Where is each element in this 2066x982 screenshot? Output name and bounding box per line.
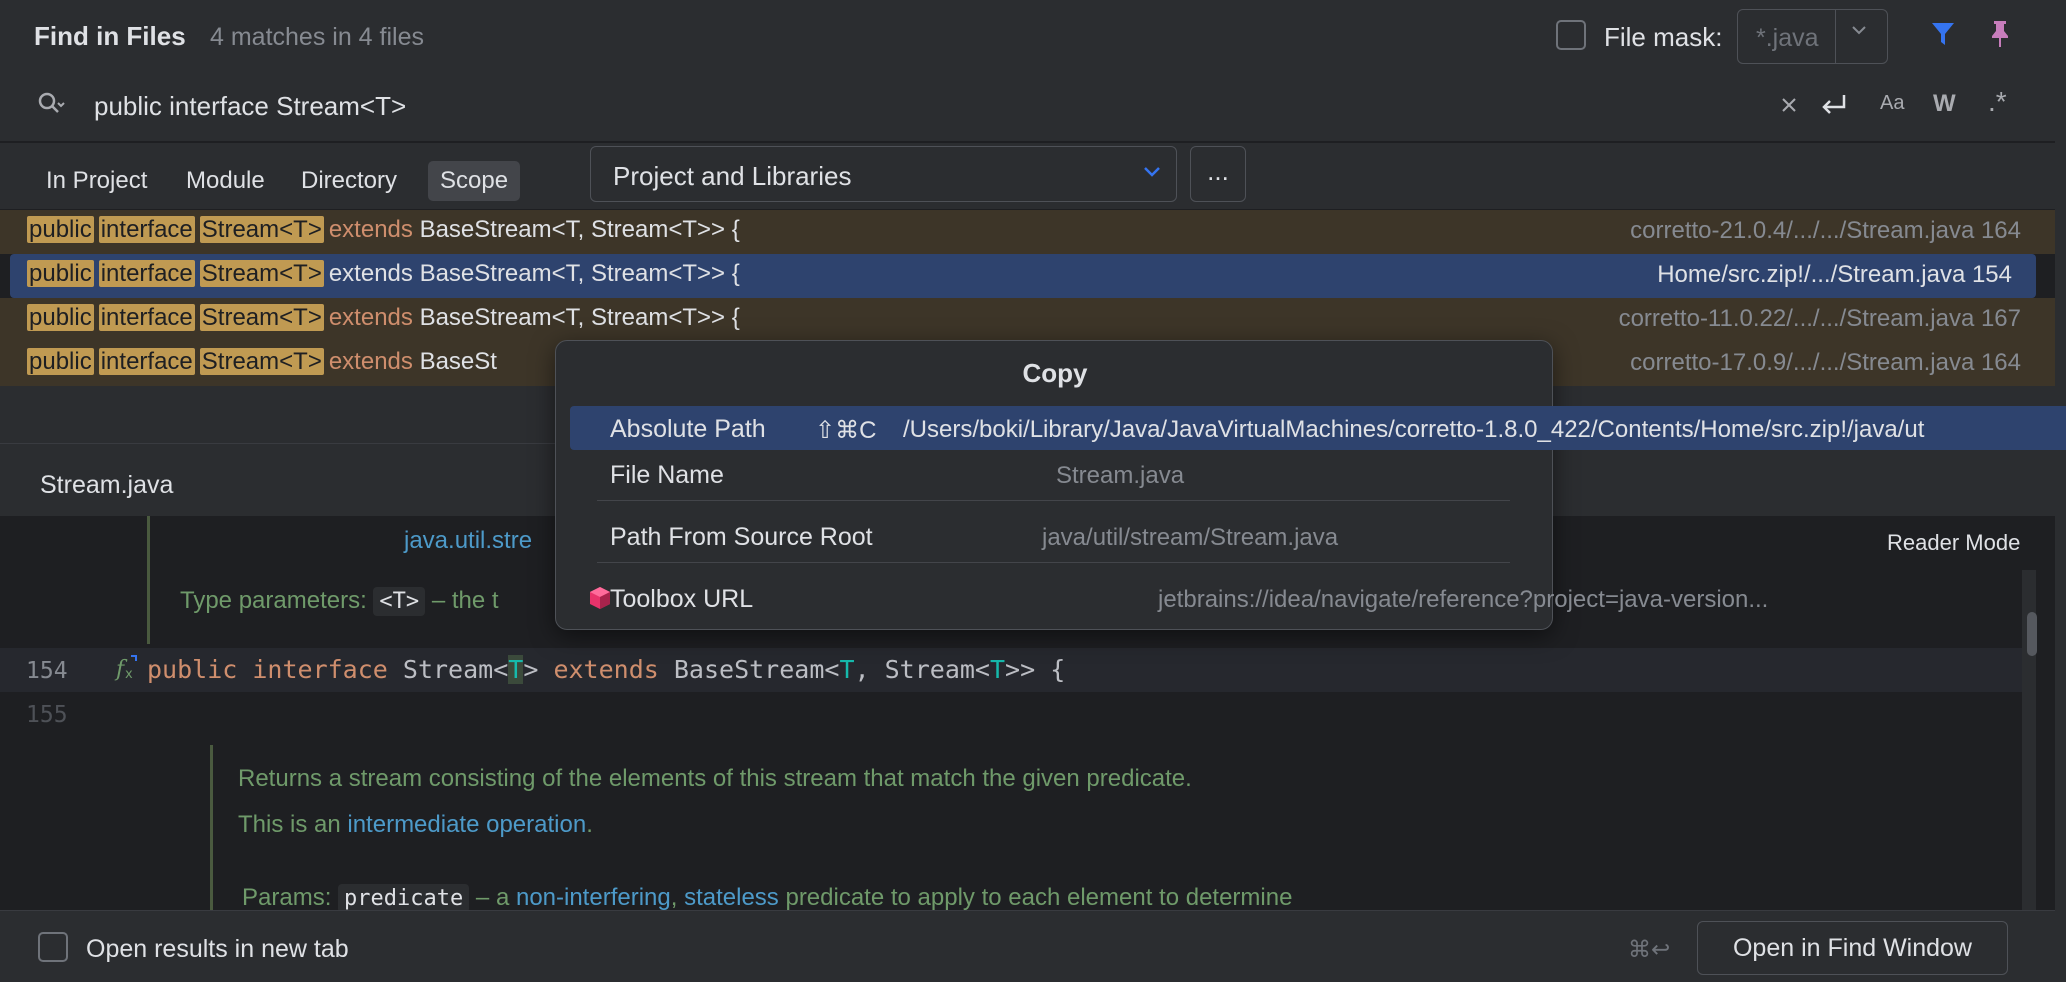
copy-absolute-path-item[interactable]: Absolute Path ⇧⌘C /Users/boki/Library/Ja… xyxy=(570,406,2066,450)
shortcut-hint: ⌘↩ xyxy=(1628,936,1671,962)
match-highlight: Stream<T> xyxy=(199,304,324,331)
toolbox-icon xyxy=(590,587,610,609)
doc-bar xyxy=(210,745,213,910)
copy-item-label: Toolbox URL xyxy=(610,585,754,613)
code-rest: BaseSt xyxy=(419,348,497,375)
copy-item-value: jetbrains://idea/navigate/reference?proj… xyxy=(1158,586,1769,613)
line-number: 154 xyxy=(26,658,68,684)
code-rest: BaseStream<T, Stream<T>> { xyxy=(419,260,740,287)
match-highlight: interface xyxy=(98,260,195,287)
result-row[interactable]: public interface Stream<T> extends BaseStre… xyxy=(0,298,2055,342)
svg-text:x: x xyxy=(125,667,133,682)
file-mask-label: File mask: xyxy=(1604,22,1723,52)
tab-directory[interactable]: Directory xyxy=(289,161,409,201)
copy-file-name-item[interactable]: File Name Stream.java xyxy=(570,452,2066,496)
doc-link[interactable]: stateless xyxy=(684,884,779,911)
result-file-path: corretto-11.0.22/.../.../Stream.java 167 xyxy=(1618,305,2021,332)
regex-icon[interactable]: .* xyxy=(1988,86,2007,118)
copy-menu: Absolute Path ⇧⌘C /Users/boki/Library/Ja… xyxy=(555,340,2066,630)
type-params-doc: Type parameters: <T> – the t xyxy=(180,587,499,616)
match-highlight: public xyxy=(27,304,94,331)
header-bar: Find in Files 4 matches in 4 files File … xyxy=(0,0,2055,70)
copy-source-root-item[interactable]: Path From Source Root java/util/stream/S… xyxy=(570,514,2066,558)
match-highlight: interface xyxy=(98,348,195,375)
match-highlight: public xyxy=(27,348,94,375)
code-rest: BaseStream<T, Stream<T>> { xyxy=(419,304,740,331)
result-code: public interface Stream<T> extends BaseStre… xyxy=(27,304,740,332)
file-mask-checkbox[interactable] xyxy=(1556,20,1586,50)
copy-item-value: java/util/stream/Stream.java xyxy=(1042,524,1339,551)
copy-item-value: Stream.java xyxy=(1056,462,1185,489)
scope-dropdown-value: Project and Libraries xyxy=(613,161,852,191)
result-file-path: corretto-21.0.4/.../.../Stream.java 164 xyxy=(1630,217,2021,244)
doc-link[interactable]: intermediate operation xyxy=(347,811,586,838)
result-code: public interface Stream<T> extends BaseStre… xyxy=(27,216,740,244)
result-code: public interface Stream<T> extends BaseStre… xyxy=(27,260,740,288)
clear-icon[interactable] xyxy=(1780,96,1798,114)
search-input[interactable]: public interface Stream<T> xyxy=(94,91,406,122)
tab-scope[interactable]: Scope xyxy=(428,161,521,201)
match-count: 4 matches in 4 files xyxy=(210,23,424,51)
line-number: 155 xyxy=(26,702,68,728)
result-file-path: Home/src.zip!/.../Stream.java 154 xyxy=(1657,261,2012,288)
pin-icon[interactable] xyxy=(1988,19,2012,49)
match-highlight: Stream<T> xyxy=(199,260,324,287)
doc-description: Returns a stream consisting of the eleme… xyxy=(238,765,1192,792)
file-mask-input[interactable]: *.java xyxy=(1737,9,1888,64)
scope-dropdown[interactable]: Project and Libraries xyxy=(590,146,1177,202)
chevron-down-icon xyxy=(1144,167,1160,177)
copy-item-label: Path From Source Root xyxy=(610,523,873,551)
copy-item-value: /Users/boki/Library/Java/JavaVirtualMach… xyxy=(903,416,1925,443)
open-new-tab-checkbox[interactable] xyxy=(38,932,68,962)
keyword: extends xyxy=(328,216,413,243)
dialog-title: Find in Files xyxy=(34,21,186,51)
tab-in-project[interactable]: In Project xyxy=(34,161,159,201)
keyword: extends xyxy=(328,304,413,331)
result-code: public interface Stream<T> extends BaseSt xyxy=(27,348,497,376)
match-highlight: interface xyxy=(98,216,195,243)
open-find-window-button[interactable]: Open in Find Window xyxy=(1697,921,2008,975)
doc-link[interactable]: non-interfering xyxy=(516,884,671,911)
chevron-down-icon[interactable] xyxy=(1850,24,1868,36)
doc-params: Params: predicate – a non-interfering, s… xyxy=(242,884,1293,913)
match-highlight: public xyxy=(27,260,94,287)
divider xyxy=(1835,10,1836,63)
match-highlight: interface xyxy=(98,304,195,331)
whole-words-icon[interactable]: W xyxy=(1933,90,1956,118)
match-highlight: Stream<T> xyxy=(199,348,324,375)
code-rest: BaseStream<T, Stream<T>> { xyxy=(419,216,740,243)
divider xyxy=(597,500,1510,501)
open-new-tab-label: Open results in new tab xyxy=(86,935,349,963)
copy-toolbox-url-item[interactable]: Toolbox URL jetbrains://idea/navigate/re… xyxy=(570,576,2066,620)
keyword: extends xyxy=(328,260,413,287)
match-highlight: public xyxy=(27,216,94,243)
new-line-icon[interactable] xyxy=(1818,92,1848,118)
result-row[interactable]: public interface Stream<T> extends BaseStre… xyxy=(0,210,2055,254)
file-mask-value: *.java xyxy=(1756,24,1819,52)
tab-module[interactable]: Module xyxy=(174,161,277,201)
match-case-icon[interactable]: Aa xyxy=(1880,92,1904,115)
scope-more-button[interactable]: ... xyxy=(1190,146,1246,202)
match-highlight: Stream<T> xyxy=(199,216,324,243)
result-row[interactable]: public interface Stream<T> extends BaseStre… xyxy=(10,254,2036,298)
doc-operation: This is an intermediate operation. xyxy=(238,811,593,838)
code-line[interactable]: public interface Stream<T> extends BaseS… xyxy=(147,655,1065,684)
divider xyxy=(597,562,1510,563)
function-gutter-icon[interactable]: f x xyxy=(114,654,140,682)
preview-filename: Stream.java xyxy=(40,471,174,499)
copy-item-shortcut: ⇧⌘C xyxy=(815,417,877,444)
keyword: extends xyxy=(328,348,413,375)
doc-bar xyxy=(147,516,150,644)
copy-item-label: File Name xyxy=(610,461,724,489)
filter-icon[interactable] xyxy=(1930,20,1956,48)
search-history-icon[interactable] xyxy=(36,90,66,120)
doc-link[interactable]: java.util.stre xyxy=(404,527,532,555)
copy-item-label: Absolute Path xyxy=(610,415,766,443)
